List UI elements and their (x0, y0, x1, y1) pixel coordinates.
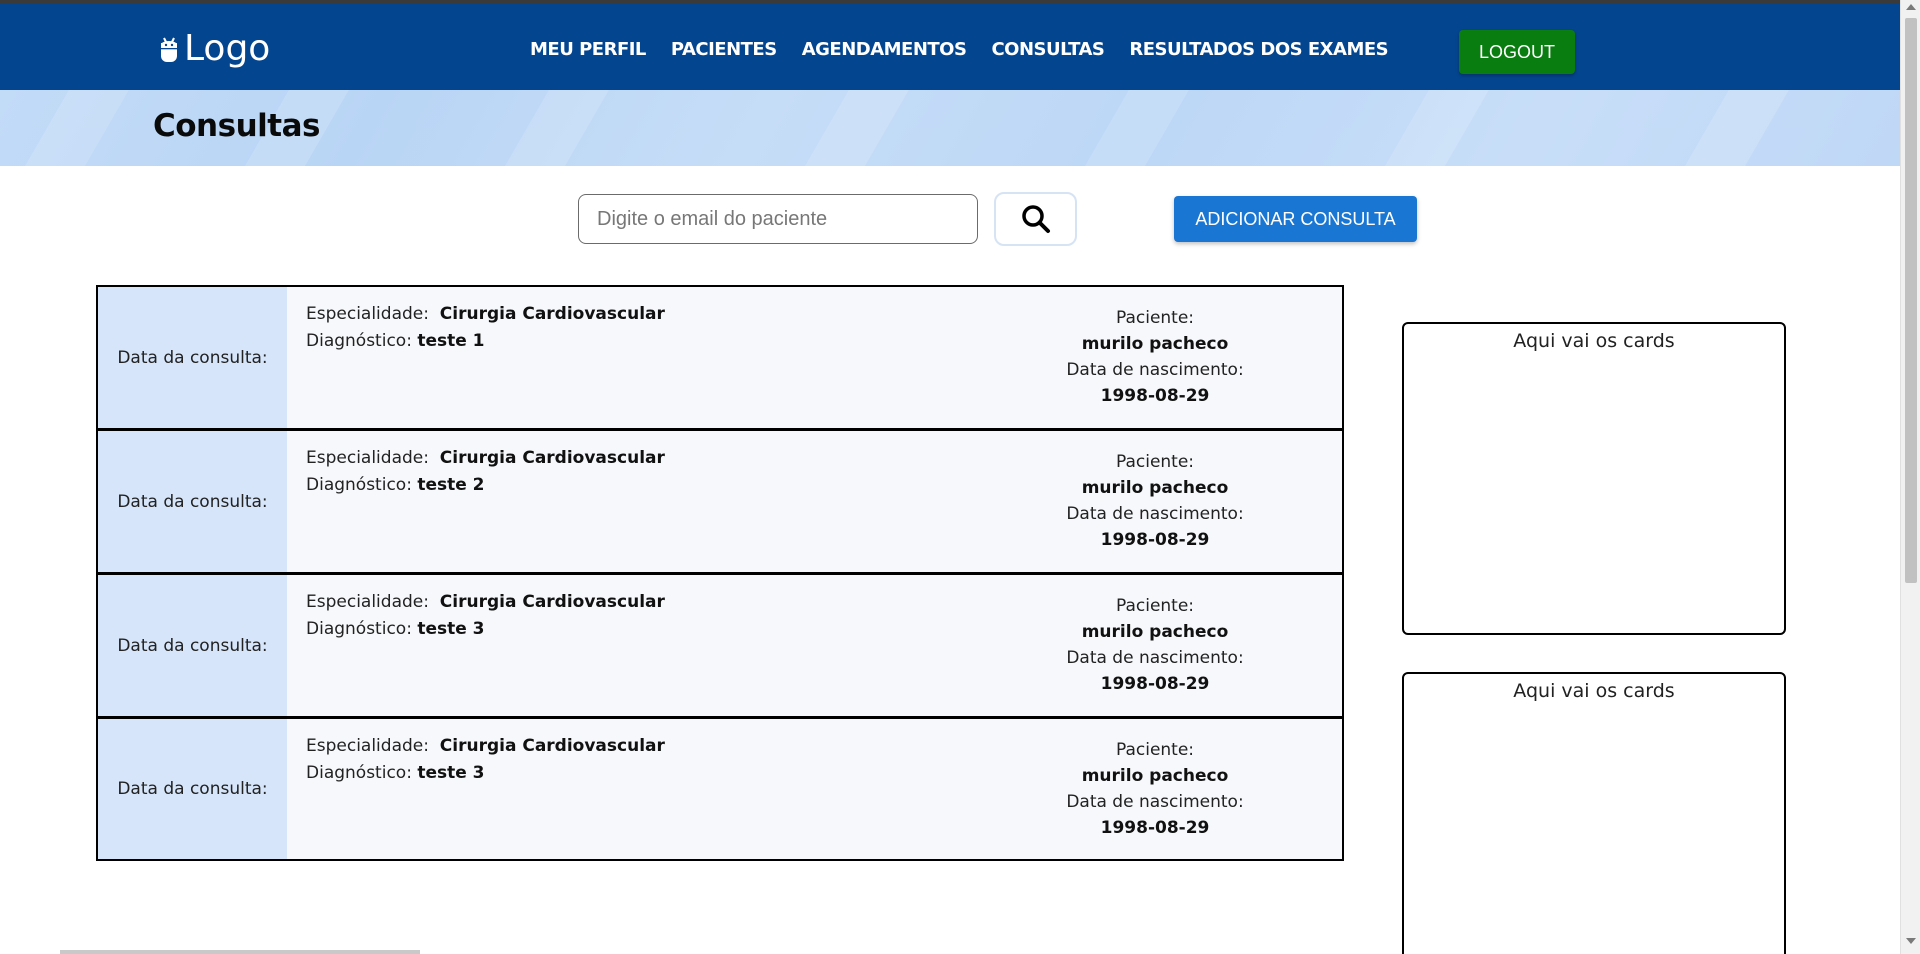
nascimento-value: 1998-08-29 (1100, 674, 1210, 694)
especialidade-label: Especialidade: (306, 736, 429, 756)
patient-info: Paciente: murilo pacheco Data de nascime… (998, 593, 1312, 697)
paciente-name: murilo pacheco (1081, 334, 1229, 354)
patient-email-search-input[interactable] (578, 194, 978, 244)
consultas-list: Data da consulta: Especialidade: Cirurgi… (96, 285, 1344, 861)
consulta-date-label: Data da consulta: (98, 431, 287, 572)
android-icon (161, 37, 177, 62)
consulta-date-label: Data da consulta: (98, 287, 287, 428)
diagnostico-value: teste 3 (417, 763, 485, 783)
diagnostico-label: Diagnóstico: (306, 331, 412, 351)
side-card: Aqui vai os cards (1402, 672, 1786, 954)
consulta-info: Especialidade: Cirurgia Cardiovascular D… (306, 589, 665, 643)
logo-text: Logo (184, 28, 271, 69)
paciente-name: murilo pacheco (1081, 478, 1229, 498)
especialidade-value: Cirurgia Cardiovascular (439, 448, 665, 468)
nascimento-value: 1998-08-29 (1100, 818, 1210, 838)
scrollbar-thumb[interactable] (1905, 18, 1917, 583)
consulta-date-label: Data da consulta: (98, 719, 287, 859)
paciente-label: Paciente: (1115, 740, 1195, 760)
patient-info: Paciente: murilo pacheco Data de nascime… (998, 737, 1312, 841)
consulta-info: Especialidade: Cirurgia Cardiovascular D… (306, 733, 665, 787)
banner-decoration (479, 90, 621, 166)
paciente-label: Paciente: (1115, 452, 1195, 472)
banner-decoration (0, 90, 141, 166)
especialidade-value: Cirurgia Cardiovascular (439, 736, 665, 756)
logo[interactable]: Logo (158, 29, 270, 69)
especialidade-label: Especialidade: (306, 448, 429, 468)
page: Logo MEU PERFIL PACIENTES AGENDAMENTOS C… (0, 0, 1920, 954)
patient-info: Paciente: murilo pacheco Data de nascime… (998, 449, 1312, 553)
paciente-label: Paciente: (1115, 596, 1195, 616)
consulta-info: Especialidade: Cirurgia Cardiovascular D… (306, 445, 665, 499)
nav-meu-perfil[interactable]: MEU PERFIL (530, 39, 646, 60)
top-navbar: Logo MEU PERFIL PACIENTES AGENDAMENTOS C… (0, 0, 1900, 90)
paciente-label: Paciente: (1115, 308, 1195, 328)
main-nav: MEU PERFIL PACIENTES AGENDAMENTOS CONSUL… (530, 39, 1413, 60)
diagnostico-value: teste 2 (417, 475, 485, 495)
add-consulta-button[interactable]: ADICIONAR CONSULTA (1174, 196, 1417, 242)
vertical-scrollbar[interactable] (1900, 0, 1920, 954)
consulta-row[interactable]: Data da consulta: Especialidade: Cirurgi… (98, 575, 1342, 719)
consulta-info: Especialidade: Cirurgia Cardiovascular D… (306, 301, 665, 355)
logout-button[interactable]: LOGOUT (1459, 30, 1575, 74)
side-card-title: Aqui vai os cards (1513, 680, 1675, 702)
diagnostico-value: teste 3 (417, 619, 485, 639)
diagnostico-label: Diagnóstico: (306, 475, 412, 495)
especialidade-value: Cirurgia Cardiovascular (439, 592, 665, 612)
diagnostico-label: Diagnóstico: (306, 763, 412, 783)
especialidade-label: Especialidade: (306, 592, 429, 612)
consulta-row[interactable]: Data da consulta: Especialidade: Cirurgi… (98, 719, 1342, 861)
banner-decoration (1059, 90, 1201, 166)
nascimento-label: Data de nascimento: (1066, 792, 1244, 812)
search-button[interactable] (994, 192, 1077, 246)
paciente-name: murilo pacheco (1081, 766, 1229, 786)
horizontal-scrollbar-thumb[interactable] (60, 950, 420, 954)
banner-decoration (779, 90, 921, 166)
side-card: Aqui vai os cards (1402, 322, 1786, 635)
page-title: Consultas (153, 108, 320, 144)
diagnostico-label: Diagnóstico: (306, 619, 412, 639)
patient-info: Paciente: murilo pacheco Data de nascime… (998, 305, 1312, 409)
search-icon (1021, 205, 1050, 233)
nascimento-value: 1998-08-29 (1100, 530, 1210, 550)
banner-decoration (1359, 90, 1501, 166)
scroll-up-arrow-icon[interactable] (1906, 4, 1916, 10)
especialidade-label: Especialidade: (306, 304, 429, 324)
nav-agendamentos[interactable]: AGENDAMENTOS (802, 39, 967, 60)
nav-consultas[interactable]: CONSULTAS (991, 39, 1104, 60)
side-card-title: Aqui vai os cards (1513, 330, 1675, 352)
paciente-name: murilo pacheco (1081, 622, 1229, 642)
nav-resultados-dos-exames[interactable]: RESULTADOS DOS EXAMES (1129, 39, 1388, 60)
nascimento-value: 1998-08-29 (1100, 386, 1210, 406)
consulta-date-label: Data da consulta: (98, 575, 287, 716)
page-banner: Consultas (0, 90, 1900, 166)
nascimento-label: Data de nascimento: (1066, 504, 1244, 524)
especialidade-value: Cirurgia Cardiovascular (439, 304, 665, 324)
nascimento-label: Data de nascimento: (1066, 648, 1244, 668)
nav-pacientes[interactable]: PACIENTES (671, 39, 777, 60)
scroll-down-arrow-icon[interactable] (1906, 938, 1916, 944)
consulta-row[interactable]: Data da consulta: Especialidade: Cirurgi… (98, 287, 1342, 431)
diagnostico-value: teste 1 (417, 331, 485, 351)
consulta-row[interactable]: Data da consulta: Especialidade: Cirurgi… (98, 431, 1342, 575)
banner-decoration (1659, 90, 1801, 166)
nascimento-label: Data de nascimento: (1066, 360, 1244, 380)
